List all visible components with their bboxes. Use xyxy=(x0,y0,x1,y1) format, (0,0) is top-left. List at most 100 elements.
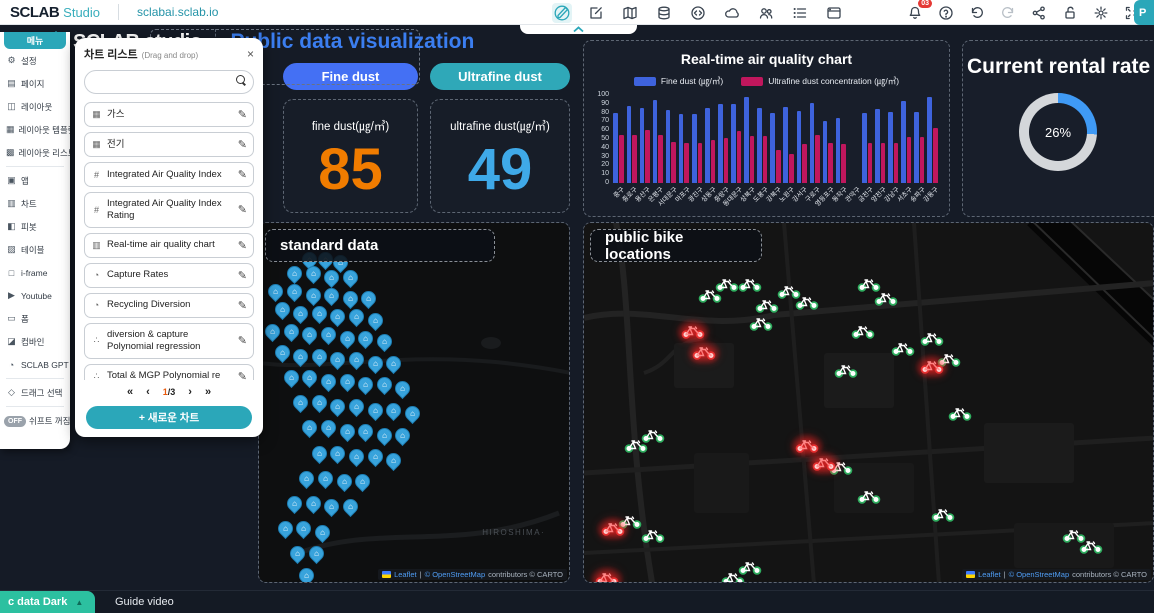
code-icon[interactable] xyxy=(688,3,708,23)
edit-icon[interactable]: ✎ xyxy=(238,239,247,252)
sidebar-item-드래그-선택[interactable]: ◇드래그 선택 xyxy=(0,381,70,404)
tab-public-data-dark[interactable]: c data Dark ▲ xyxy=(0,591,95,613)
bike-locations-map[interactable]: public bike locations Leaflet| © OpenStr… xyxy=(583,222,1154,583)
bike-marker-available[interactable] xyxy=(641,528,665,543)
shift-off-toggle[interactable]: OFF xyxy=(4,416,26,427)
sidebar-item-i-frame[interactable]: □i-frame xyxy=(0,261,70,284)
bike-marker-available[interactable] xyxy=(1079,539,1103,554)
map-icon[interactable] xyxy=(620,3,640,23)
sidebar-item-차트[interactable]: ▥차트 xyxy=(0,192,70,215)
bike-marker-available[interactable] xyxy=(755,298,779,313)
help-icon[interactable] xyxy=(936,3,956,23)
last-page-button[interactable]: » xyxy=(205,386,211,398)
sidebar-item-페이지[interactable]: ▤페이지 xyxy=(0,72,70,95)
legend-item[interactable]: Fine dust (㎍/㎥) xyxy=(634,75,723,87)
database-icon[interactable] xyxy=(654,3,674,23)
users-icon[interactable] xyxy=(756,3,776,23)
undo-icon[interactable] xyxy=(967,3,987,23)
sidebar-item-앱[interactable]: ▣앱 xyxy=(0,169,70,192)
edit-icon[interactable]: ✎ xyxy=(238,299,247,312)
redo-icon[interactable] xyxy=(998,3,1018,23)
bike-marker-available[interactable] xyxy=(721,571,745,583)
new-chart-button[interactable]: + 새로운 차트 xyxy=(86,406,252,430)
sidebar-item-설정[interactable]: ⚙설정 xyxy=(0,49,70,72)
bike-marker-alert[interactable] xyxy=(681,324,705,339)
bike-marker-available[interactable] xyxy=(749,316,773,331)
prev-page-button[interactable]: ‹ xyxy=(146,386,150,398)
chart-list-item[interactable]: #Integrated Air Quality Index✎ xyxy=(84,162,254,187)
gear-icon[interactable] xyxy=(1091,3,1111,23)
sidebar-item-레이아웃-리스트[interactable]: ▩레이아웃 리스트 xyxy=(0,141,70,164)
standard-data-map[interactable]: standard data HIROSHIMA· ⌂⌂⌂⌂⌂⌂⌂⌂⌂⌂⌂⌂⌂⌂⌂… xyxy=(258,222,570,583)
bike-marker-available[interactable] xyxy=(857,277,881,292)
bike-marker-available[interactable] xyxy=(624,438,648,453)
site-url[interactable]: sclabai.sclab.io xyxy=(137,5,218,19)
bike-marker-available[interactable] xyxy=(795,295,819,310)
bike-marker-available[interactable] xyxy=(834,363,858,378)
sidebar-item-레이아웃[interactable]: ◫레이아웃 xyxy=(0,95,70,118)
bike-marker-available[interactable] xyxy=(948,406,972,421)
osm-link[interactable]: © OpenStreetMap xyxy=(425,570,486,579)
chart-list-item[interactable]: ◔Capture Rates✎ xyxy=(84,263,254,288)
next-page-button[interactable]: › xyxy=(188,386,192,398)
edit-icon[interactable]: ✎ xyxy=(238,168,247,181)
ultrafine-dust-button[interactable]: Ultrafine dust xyxy=(430,63,570,90)
list-icon[interactable] xyxy=(790,3,810,23)
chart-list-item[interactable]: #Integrated Air Quality Index Rating✎ xyxy=(84,192,254,228)
sidebar-item-레이아웃-템플릿[interactable]: ▦레이아웃 템플릿 xyxy=(0,118,70,141)
bike-marker-alert[interactable] xyxy=(692,345,716,360)
unlock-icon[interactable] xyxy=(1060,3,1080,23)
first-page-button[interactable]: « xyxy=(127,386,133,398)
edit-icon[interactable]: ✎ xyxy=(238,108,247,121)
bike-marker-available[interactable] xyxy=(738,277,762,292)
sidebar-item-youtube[interactable]: ▶Youtube xyxy=(0,284,70,307)
chart-list-item[interactable]: ▦전기✎ xyxy=(84,132,254,157)
chart-list-item[interactable]: ▥Real-time air quality chart✎ xyxy=(84,233,254,258)
building-icon: ⌂ xyxy=(378,429,391,442)
bike-marker-available[interactable] xyxy=(931,507,955,522)
edit-icon[interactable]: ✎ xyxy=(238,334,247,347)
app-logo[interactable]: SCLAB Studio xyxy=(0,4,100,21)
chart-list-item[interactable]: ◔Recycling Diversion✎ xyxy=(84,293,254,318)
sidebar-item-sclab-gpt[interactable]: ◔SCLAB GPT xyxy=(0,353,70,376)
legend-item[interactable]: Ultrafine dust concentration (㎍/㎥) xyxy=(741,75,899,87)
bike-marker-alert[interactable] xyxy=(601,521,625,536)
osm-link[interactable]: © OpenStreetMap xyxy=(1009,570,1070,579)
chart-item-label: Recycling Diversion xyxy=(107,299,233,311)
edit-icon[interactable]: ✎ xyxy=(238,370,247,381)
collapse-toolbar-notch[interactable] xyxy=(520,25,637,34)
bike-marker-available[interactable] xyxy=(874,291,898,306)
chart-list-item[interactable]: ∴diversion & capture Polynomial regressi… xyxy=(84,323,254,359)
sidebar-item-피봇[interactable]: ◧피봇 xyxy=(0,215,70,238)
edit-pencil-icon[interactable] xyxy=(552,3,572,23)
close-icon[interactable]: × xyxy=(247,48,254,60)
sidebar-item-컴바인[interactable]: ◪컴바인 xyxy=(0,330,70,353)
bike-marker-available[interactable] xyxy=(857,489,881,504)
bike-marker-alert[interactable] xyxy=(920,359,944,374)
chart-list-item[interactable]: ▦가스✎ xyxy=(84,102,254,127)
edit-icon[interactable]: ✎ xyxy=(238,269,247,282)
bike-marker-available[interactable] xyxy=(920,331,944,346)
sidebar-item-테이블[interactable]: ▨테이블 xyxy=(0,238,70,261)
edit-icon[interactable]: ✎ xyxy=(238,138,247,151)
cloud-icon[interactable] xyxy=(722,3,742,23)
preview-button[interactable]: P xyxy=(1134,0,1154,25)
bike-marker-alert[interactable] xyxy=(595,571,619,583)
sidebar-item-폼[interactable]: ▭폼 xyxy=(0,307,70,330)
leaflet-link[interactable]: Leaflet xyxy=(978,570,1001,579)
bell-icon[interactable]: 03 xyxy=(905,3,925,23)
bike-marker-alert[interactable] xyxy=(812,456,836,471)
chart-search-input[interactable] xyxy=(84,70,254,94)
bike-marker-available[interactable] xyxy=(715,277,739,292)
bike-marker-available[interactable] xyxy=(851,324,875,339)
window-icon[interactable] xyxy=(824,3,844,23)
edit-icon[interactable]: ✎ xyxy=(238,203,247,216)
fine-dust-widget: Fine dust fine dust(㎍/㎥) 85 xyxy=(283,63,418,214)
search-icon[interactable] xyxy=(236,75,245,84)
compose-icon[interactable] xyxy=(586,3,606,23)
tab-guide-video[interactable]: Guide video xyxy=(95,591,215,613)
chart-list-item[interactable]: ∴Total & MGP Polynomial re✎ xyxy=(84,364,254,381)
bike-marker-available[interactable] xyxy=(891,341,915,356)
share-icon[interactable] xyxy=(1029,3,1049,23)
leaflet-link[interactable]: Leaflet xyxy=(394,570,417,579)
